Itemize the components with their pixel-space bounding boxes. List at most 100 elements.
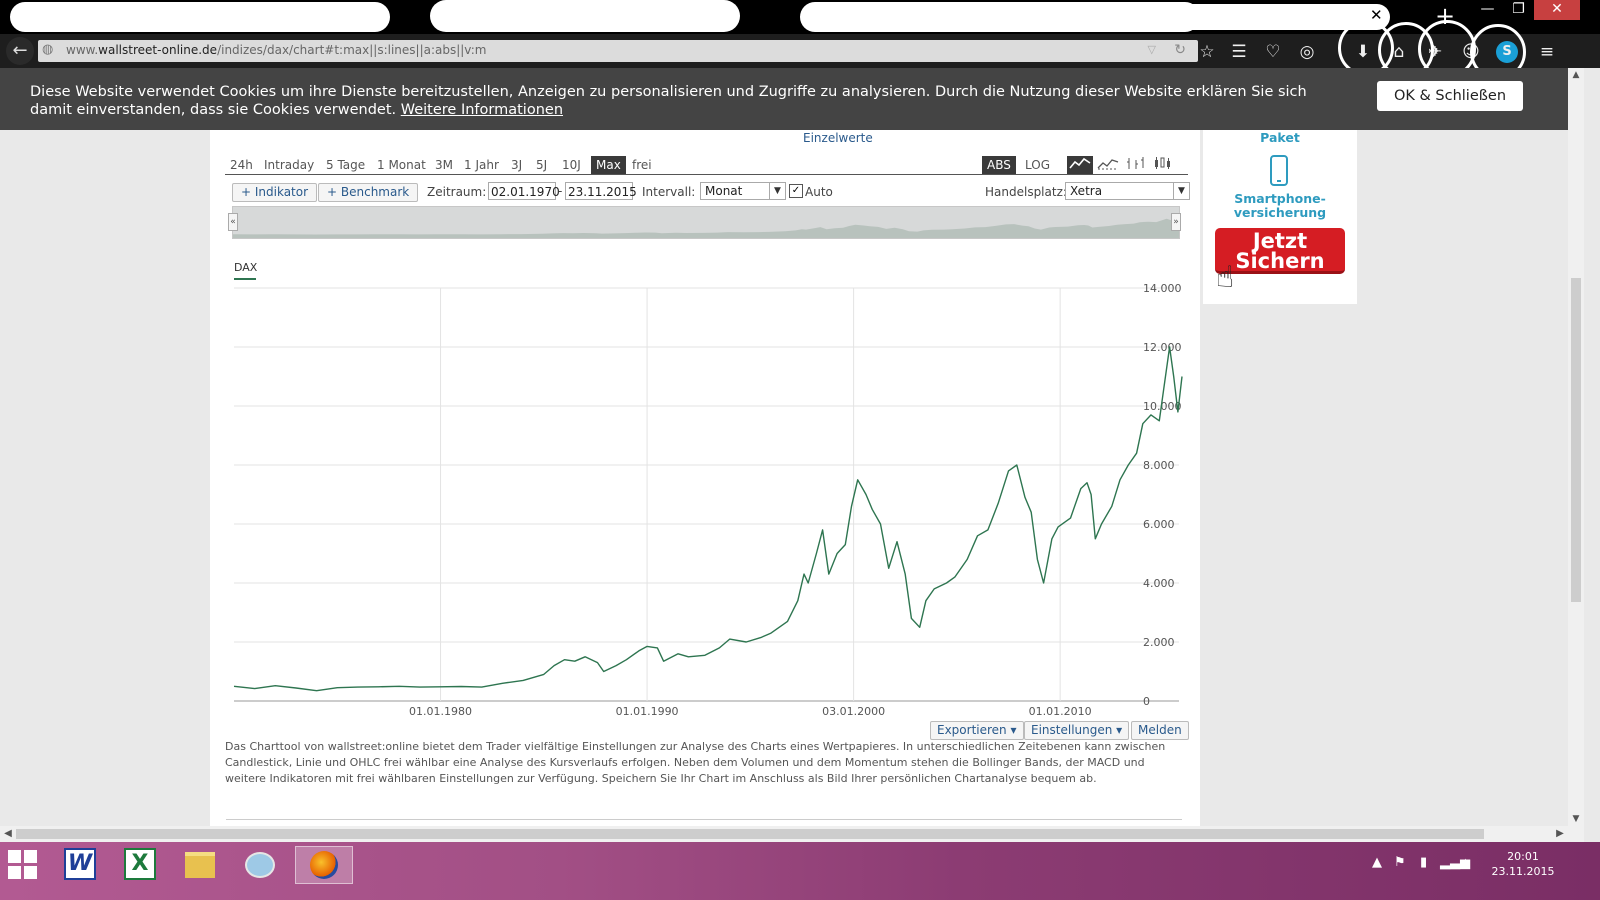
y-tick-label: 0 [1143,695,1150,708]
address-bar[interactable]: ◍ www.wallstreet-online.de/indizes/dax/c… [38,40,1198,62]
range-5j[interactable]: 5J [531,156,552,174]
scroll-up-icon[interactable]: ▲ [1571,70,1581,80]
accept-cookies-button[interactable]: OK & Schließen [1377,81,1523,111]
divider [226,819,1182,820]
navigator-right-handle[interactable]: » [1171,213,1181,231]
melden-button[interactable]: Melden [1131,721,1189,740]
url-text[interactable]: www.wallstreet-online.de/indizes/dax/cha… [66,43,487,57]
einstellungen-button[interactable]: Einstellungen ▾ [1024,721,1130,740]
menu-icon[interactable]: ≡ [1536,41,1558,63]
scroll-right-icon[interactable]: ▶ [1552,826,1568,842]
exportieren-button[interactable]: Exportieren ▾ [930,721,1024,740]
date-separator: - [558,184,563,198]
redaction-scribble [430,0,740,32]
restore-button[interactable]: ❐ [1503,0,1534,20]
pocket-icon[interactable]: ♡ [1262,41,1284,63]
range-10j[interactable]: 10J [557,156,586,174]
y-tick-label: 6.000 [1143,518,1175,531]
ohlc-chart-icon[interactable] [1123,156,1149,174]
smartphone-line1: Smartphone- [1234,191,1326,206]
scroll-left-icon[interactable]: ◀ [0,826,16,842]
smartphone-icon [1270,155,1288,186]
excel-icon[interactable]: X [115,846,165,882]
jetzt-sichern-button[interactable]: Jetzt Sichern [1215,228,1345,274]
mountain-chart-icon[interactable] [1095,156,1121,174]
scale-abs[interactable]: ABS [982,156,1016,174]
scale-log[interactable]: LOG [1020,156,1055,174]
volume-icon[interactable]: 🔈︎ [1462,855,1470,870]
legend-dax: DAX [234,261,258,274]
smartphone-insurance-link[interactable]: Smartphone- versicherung [1203,192,1357,220]
scroll-down-icon[interactable]: ▼ [1571,814,1581,824]
scrollbar-thumb[interactable] [16,829,1484,839]
einzelwerte-link[interactable]: Einzelwerte [803,131,1600,145]
start-icon[interactable] [8,850,38,880]
mountain-chart-icon [1097,159,1119,170]
back-button[interactable]: ← [6,37,34,65]
explorer-icon[interactable] [175,846,225,882]
range-1-monat[interactable]: 1 Monat [372,156,431,174]
range-5-tage[interactable]: 5 Tage [321,156,370,174]
firefox-icon[interactable] [295,846,353,884]
range-toolbar: 24h Intraday 5 Tage 1 Monat 3M 1 Jahr 3J… [225,156,1188,175]
reload-icon[interactable]: ↻ [1174,42,1186,58]
x-tick-label: 01.01.1980 [409,705,472,718]
candlestick-chart-icon [1155,157,1170,169]
y-tick-label: 8.000 [1143,459,1175,472]
window-edge [1584,68,1600,842]
range-3m[interactable]: 3M [430,156,458,174]
hand-cursor-icon: ☝ [1216,260,1235,295]
auto-checkbox[interactable]: ✓ [789,184,803,198]
chart-panel: Einzelwerte 24h Intraday 5 Tage 1 Monat … [210,130,1200,840]
cta-line2: Sichern [1235,249,1325,273]
vertical-scrollbar[interactable]: ▲ ▼ [1568,68,1584,842]
clock-date: 23.11.2015 [1491,865,1555,878]
history-dropdown-icon[interactable]: ▽ [1148,43,1156,56]
add-indikator-button[interactable]: + Indikator [232,183,318,202]
paket-link[interactable]: Paket [1203,130,1357,145]
range-24h[interactable]: 24h [225,156,258,174]
chart-navigator[interactable]: « » [228,206,1181,239]
word-icon[interactable]: W [55,846,105,882]
intervall-select[interactable]: Monat ▼ [700,182,786,200]
navigator-sparkline [233,218,1179,238]
browser-nav-bar: ← ◍ www.wallstreet-online.de/indizes/dax… [0,20,1600,80]
close-window-button[interactable]: ✕ [1534,0,1580,20]
range-frei[interactable]: frei [627,156,657,174]
chevron-down-icon: ▼ [1173,183,1189,199]
x-tick-label: 01.01.1990 [616,705,679,718]
candlestick-chart-icon[interactable] [1151,156,1177,174]
star-icon[interactable]: ☆ [1196,41,1218,63]
line-chart-icon [1069,157,1091,169]
handelsplatz-value: Xetra [1070,184,1103,198]
date-to-input[interactable]: 23.11.2015 [565,182,637,200]
cookie-text: Diese Website verwendet Cookies um ihre … [30,84,1307,118]
navigator-left-handle[interactable]: « [228,213,238,231]
smartphone-line2: versicherung [1233,205,1327,220]
add-benchmark-button[interactable]: + Benchmark [318,183,419,202]
line-chart-icon[interactable] [1067,156,1093,174]
range-intraday[interactable]: Intraday [259,156,319,174]
scrollbar-thumb[interactable] [1571,278,1581,602]
more-info-link[interactable]: Weitere Informationen [401,102,563,118]
tab-close-icon[interactable]: ✕ [975,6,988,25]
paint-icon[interactable] [235,846,285,882]
reading-list-icon[interactable]: ☰ [1228,41,1250,63]
tray-arrow-icon[interactable]: ▲ [1372,855,1382,870]
clock[interactable]: 20:01 23.11.2015 [1488,849,1558,879]
y-tick-label: 12.000 [1143,341,1182,354]
battery-icon[interactable]: ▮ [1420,855,1427,870]
handelsplatz-select[interactable]: Xetra ▼ [1065,182,1190,200]
sync-icon[interactable]: ◎ [1296,41,1318,63]
range-1-jahr[interactable]: 1 Jahr [459,156,504,174]
redaction-scribble [10,2,390,32]
redaction-scribble [800,2,1200,32]
horizontal-scrollbar[interactable]: ◀ ▶ [0,826,1568,842]
range-max[interactable]: Max [591,156,626,174]
date-from-input[interactable]: 02.01.1970 [488,182,560,200]
range-3j[interactable]: 3J [506,156,527,174]
flag-icon[interactable]: ⚑ [1394,855,1406,870]
y-tick-label: 14.000 [1143,282,1182,295]
site-identity-icon[interactable]: ◍ [42,42,58,58]
minimize-button[interactable]: — [1472,0,1503,20]
